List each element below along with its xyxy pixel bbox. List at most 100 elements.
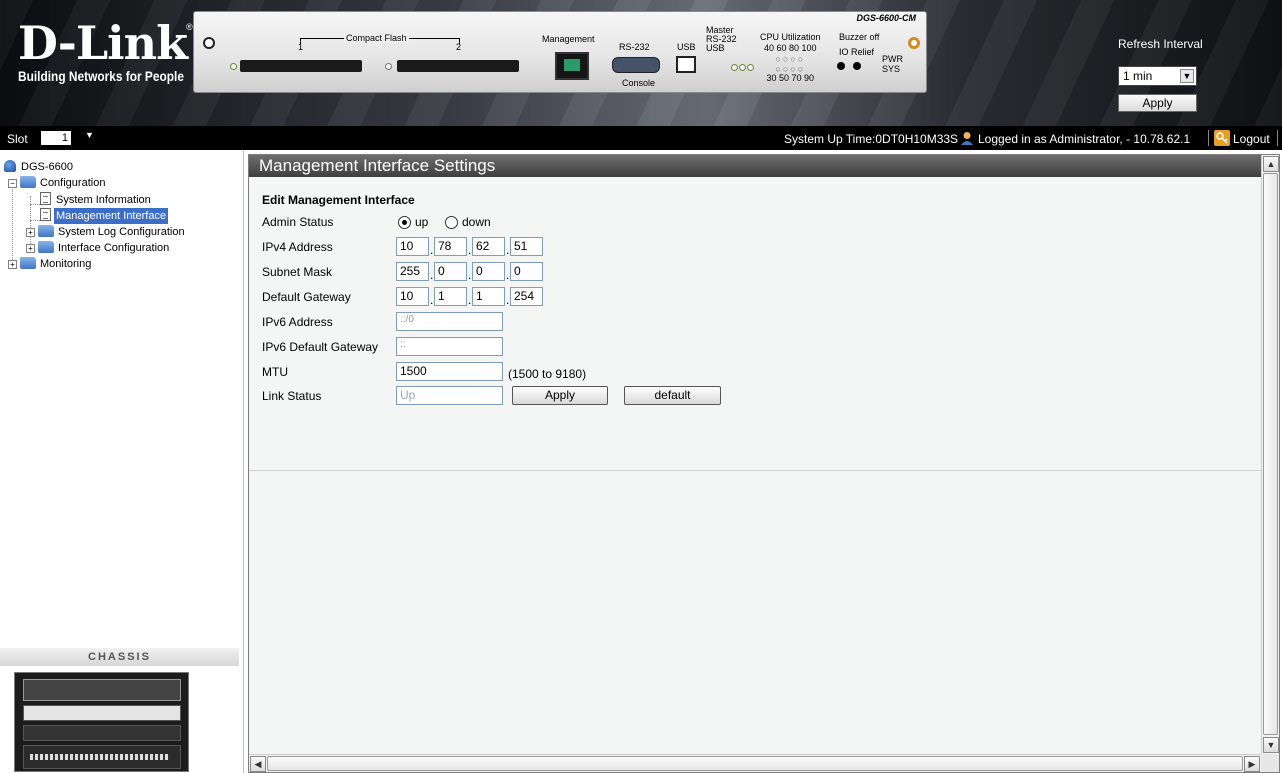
- chassis-slot[interactable]: [23, 705, 181, 721]
- cf-slot-1-label: 1: [298, 42, 304, 52]
- rs232-port-icon[interactable]: [612, 57, 660, 73]
- subnet-octet-4[interactable]: 0: [510, 262, 543, 281]
- io-relief-button-icon[interactable]: [853, 62, 861, 70]
- tree-item-management-interface[interactable]: Management Interface: [40, 208, 169, 224]
- master-leds-label: Master RS-232 USB: [706, 25, 737, 53]
- device-model-label: DGS-6600-CM: [856, 13, 916, 23]
- ipv6-default-gateway-input[interactable]: ::: [396, 337, 503, 356]
- expand-icon[interactable]: +: [8, 260, 17, 269]
- tree-item-monitoring[interactable]: Monitoring: [20, 256, 93, 272]
- scrollbar-corner: [1261, 754, 1279, 772]
- key-icon[interactable]: [1214, 130, 1230, 146]
- ipv4-octet-4[interactable]: 51: [510, 237, 543, 256]
- cf-2-led-icon: [385, 63, 392, 70]
- cpu-led-icons: ○○○○: [775, 64, 806, 74]
- logo-tagline: Building Networks for People: [18, 68, 184, 84]
- gateway-octet-1[interactable]: 10: [396, 287, 429, 306]
- horizontal-scroll-thumb[interactable]: [267, 756, 1243, 771]
- logged-in-info: Logged in as Administrator, - 10.78.62.1: [978, 132, 1191, 146]
- ipv4-octet-3[interactable]: 62: [472, 237, 505, 256]
- usb-port-icon[interactable]: [676, 56, 696, 73]
- horizontal-scrollbar[interactable]: ◀ ▶: [249, 754, 1261, 772]
- ipv6-address-input[interactable]: ::/0: [396, 312, 503, 331]
- tree-root-dgs6600[interactable]: DGS-6600: [4, 159, 75, 175]
- admin-status-up-radio[interactable]: [398, 216, 411, 229]
- system-uptime: System Up Time:0DT0H10M33S: [784, 132, 959, 146]
- tree-line: [30, 220, 40, 221]
- tree-line: [30, 204, 40, 205]
- folder-icon: [38, 225, 54, 237]
- console-label: Console: [622, 78, 656, 88]
- tree-item-system-information[interactable]: System Information: [40, 192, 153, 208]
- expand-icon[interactable]: +: [26, 244, 35, 253]
- default-gateway-label: Default Gateway: [262, 290, 351, 304]
- compact-flash-slot-1[interactable]: [240, 60, 362, 72]
- scroll-down-icon[interactable]: ▼: [1263, 737, 1279, 753]
- status-bar: Slot 1 ▼ System Up Time:0DT0H10M33S Logg…: [0, 126, 1282, 150]
- main-panel: Management Interface Settings Edit Manag…: [248, 154, 1280, 773]
- cpu-utilization-label: CPU Utilization 40 60 80 100 ○○○○ ○○○○ 3…: [760, 32, 821, 83]
- vertical-scrollbar[interactable]: ▲ ▼: [1261, 155, 1279, 755]
- pwr-sys-label: PWR SYS: [882, 54, 903, 74]
- device-front-panel[interactable]: DGS-6600-CM Compact Flash 1 2 Management…: [193, 11, 927, 93]
- scroll-right-icon[interactable]: ▶: [1244, 756, 1260, 772]
- admin-status-up-label: up: [415, 215, 429, 229]
- ipv6-default-gateway-label: IPv6 Default Gateway: [262, 340, 379, 354]
- buzzer-off-label: Buzzer off: [839, 32, 880, 42]
- screw-icon: [908, 37, 920, 49]
- subnet-octet-2[interactable]: 0: [434, 262, 467, 281]
- screw-icon: [203, 37, 215, 49]
- tree-item-system-log-configuration[interactable]: System Log Configuration: [38, 224, 187, 240]
- ipv6-address-label: IPv6 Address: [262, 315, 333, 329]
- chassis-slot[interactable]: [23, 745, 181, 769]
- tree-item-interface-configuration[interactable]: Interface Configuration: [38, 240, 171, 256]
- logo-registered-mark: ®: [186, 22, 193, 32]
- admin-status-label: Admin Status: [262, 215, 334, 229]
- chassis-slot[interactable]: [23, 679, 181, 701]
- management-port-icon[interactable]: [555, 52, 589, 80]
- scroll-left-icon[interactable]: ◀: [250, 756, 266, 772]
- divider: [1208, 130, 1209, 146]
- navigation-tree: DGS-6600 − Configuration System Informat…: [0, 150, 239, 648]
- page-title: Management Interface Settings: [249, 155, 1261, 177]
- gateway-octet-3[interactable]: 1: [472, 287, 505, 306]
- slot-select[interactable]: 1: [41, 131, 71, 145]
- gateway-octet-2[interactable]: 1: [434, 287, 467, 306]
- refresh-apply-button[interactable]: Apply: [1118, 94, 1197, 112]
- buzzer-button-icon[interactable]: [837, 62, 845, 70]
- subnet-mask-label: Subnet Mask: [262, 265, 333, 279]
- ipv4-address-label: IPv4 Address: [262, 240, 333, 254]
- tree-line: [12, 180, 13, 266]
- compact-flash-slot-2[interactable]: [397, 60, 519, 72]
- cf-slot-2-label: 2: [456, 42, 462, 52]
- usb-label: USB: [677, 42, 696, 52]
- mtu-input[interactable]: 1500: [396, 362, 503, 381]
- link-status-label: Link Status: [262, 389, 322, 403]
- subnet-octet-3[interactable]: 0: [472, 262, 505, 281]
- collapse-icon[interactable]: −: [8, 179, 17, 188]
- vertical-scroll-thumb[interactable]: [1263, 173, 1278, 735]
- refresh-interval-select[interactable]: 1 min ▼: [1118, 66, 1197, 86]
- apply-button[interactable]: Apply: [512, 386, 608, 405]
- tree-item-configuration[interactable]: Configuration: [20, 175, 107, 191]
- gateway-octet-4[interactable]: 254: [510, 287, 543, 306]
- chassis-slot[interactable]: [23, 725, 181, 741]
- port-row-icon: [30, 754, 170, 760]
- expand-icon[interactable]: +: [26, 228, 35, 237]
- dlink-logo: D-Link: [18, 16, 188, 70]
- link-status-field: Up: [396, 386, 503, 405]
- scroll-up-icon[interactable]: ▲: [1263, 156, 1279, 172]
- refresh-interval-label: Refresh Interval: [1118, 37, 1203, 51]
- folder-icon: [38, 241, 54, 253]
- admin-status-down-radio[interactable]: [445, 216, 458, 229]
- master-led-icon: [731, 64, 738, 71]
- chassis-thumbnail[interactable]: [14, 672, 189, 772]
- io-relief-label: IO Relief: [839, 47, 875, 57]
- default-button[interactable]: default: [624, 386, 721, 405]
- logout-link[interactable]: Logout: [1233, 132, 1270, 146]
- ipv4-octet-2[interactable]: 78: [434, 237, 467, 256]
- chevron-down-icon[interactable]: ▼: [85, 130, 94, 140]
- mtu-label: MTU: [262, 365, 288, 379]
- ipv4-octet-1[interactable]: 10: [396, 237, 429, 256]
- subnet-octet-1[interactable]: 255: [396, 262, 429, 281]
